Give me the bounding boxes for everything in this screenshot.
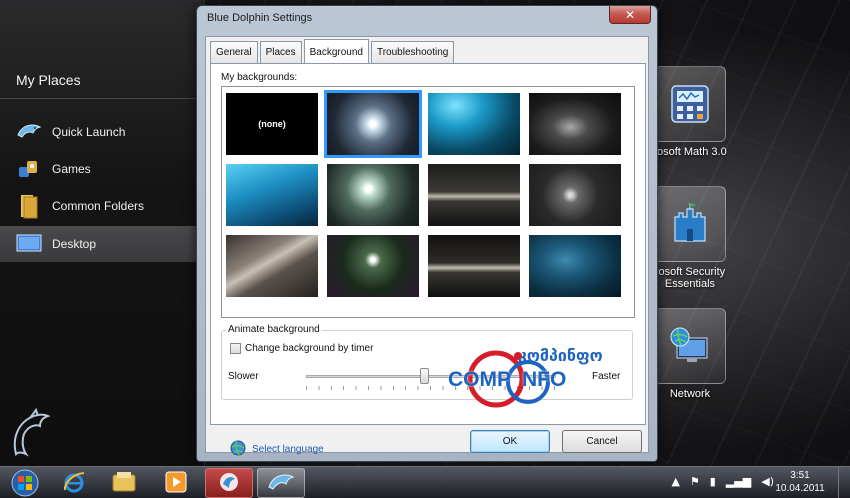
- taskbar: ▲ ⚑ ▮ ▂▄▆ ◀) 3:51 10.04.2011: [0, 466, 850, 498]
- select-language-label: Select language: [252, 444, 324, 455]
- slider-min-label: Slower: [228, 371, 259, 382]
- dock-item-games[interactable]: Games: [0, 151, 205, 187]
- app-icon: [217, 470, 241, 497]
- desktop-icon: [16, 231, 42, 257]
- background-thumb-7[interactable]: [428, 164, 520, 226]
- dialog-title: Blue Dolphin Settings: [207, 12, 313, 24]
- folder-icon: [16, 193, 42, 219]
- clock-date: 10.04.2011: [775, 483, 825, 494]
- dock-item-label: Games: [52, 162, 91, 176]
- background-thumb-none[interactable]: (none): [226, 93, 318, 155]
- backgrounds-gallery: (none): [221, 86, 635, 318]
- taskbar-blue-dolphin-button[interactable]: [257, 468, 305, 498]
- power-icon[interactable]: ▮: [710, 475, 716, 488]
- slider-thumb[interactable]: [419, 368, 429, 384]
- background-thumb-6[interactable]: [327, 164, 419, 226]
- close-icon: ✕: [624, 7, 636, 22]
- dock-title: My Places: [16, 72, 81, 88]
- dock-item-label: Quick Launch: [52, 125, 126, 139]
- change-by-timer-checkbox[interactable]: Change background by timer: [230, 343, 373, 354]
- dock-item-desktop[interactable]: Desktop: [0, 226, 205, 262]
- background-thumb-2[interactable]: [324, 90, 422, 158]
- watermark-nfo-text: NFO: [522, 368, 567, 391]
- dolphin-icon: [16, 119, 42, 145]
- dock-item-label: Common Folders: [52, 199, 145, 213]
- background-thumb-8[interactable]: [529, 164, 621, 226]
- action-center-icon[interactable]: ⚑: [690, 475, 700, 488]
- calculator-icon: [654, 66, 726, 142]
- background-thumb-9[interactable]: [226, 235, 318, 297]
- system-clock[interactable]: 3:51 10.04.2011: [770, 469, 830, 495]
- media-player-icon: [165, 471, 187, 496]
- tab-places[interactable]: Places: [259, 41, 302, 63]
- ok-button[interactable]: OK: [470, 430, 550, 453]
- checkbox-box[interactable]: [230, 343, 241, 354]
- taskbar-explorer-button[interactable]: [100, 468, 148, 498]
- castle-icon: [654, 186, 726, 262]
- taskbar-app-button[interactable]: [205, 468, 253, 498]
- clock-time: 3:51: [790, 470, 810, 481]
- tab-general[interactable]: General: [210, 41, 258, 63]
- close-button[interactable]: ✕: [609, 6, 651, 24]
- dock-item-common-folders[interactable]: Common Folders: [0, 188, 205, 224]
- dock-item-quick-launch[interactable]: Quick Launch: [0, 114, 205, 150]
- background-thumb-10[interactable]: [327, 235, 419, 297]
- tab-troubleshooting[interactable]: Troubleshooting: [370, 41, 455, 63]
- expand-tray-icon[interactable]: ▲: [671, 475, 679, 488]
- tab-background[interactable]: Background: [303, 39, 369, 64]
- folder-icon: [111, 471, 137, 496]
- dolphin-logo-icon: [8, 407, 52, 458]
- background-thumb-11[interactable]: [428, 235, 520, 297]
- network-icon: [654, 308, 726, 384]
- internet-explorer-icon: [62, 470, 86, 497]
- network-signal-icon[interactable]: ▂▄▆: [726, 475, 751, 488]
- taskbar-ie-button[interactable]: [50, 468, 98, 498]
- system-tray: ▲ ⚑ ▮ ▂▄▆ ◀): [671, 475, 774, 488]
- background-thumb-3[interactable]: [428, 93, 520, 155]
- show-desktop-button[interactable]: [838, 467, 850, 498]
- dolphin-icon: [267, 471, 295, 496]
- dock-separator: [0, 98, 204, 99]
- background-thumb-5[interactable]: [226, 164, 318, 226]
- tab-strip: General Places Background Troubleshootin…: [210, 39, 456, 64]
- background-thumb-12[interactable]: [529, 235, 621, 297]
- checkbox-label: Change background by timer: [245, 343, 374, 354]
- globe-icon: [230, 440, 246, 459]
- taskbar-media-player-button[interactable]: [152, 468, 200, 498]
- start-button[interactable]: [8, 468, 42, 498]
- windows-logo-icon: [11, 469, 39, 497]
- games-icon: [16, 156, 42, 182]
- none-label: (none): [258, 119, 286, 129]
- animate-background-legend: Animate background: [226, 324, 322, 335]
- background-thumb-4[interactable]: [529, 93, 621, 155]
- watermark-georgian-text: კომპინფო: [518, 346, 603, 365]
- backgrounds-label: My backgrounds:: [221, 72, 298, 83]
- dock-item-label: Desktop: [52, 237, 97, 251]
- watermark-comp-text: COMP: [448, 368, 511, 391]
- select-language-link[interactable]: Select language: [230, 440, 324, 459]
- cancel-button[interactable]: Cancel: [562, 430, 642, 453]
- places-dock: My Places Quick Launch Games Common Fold…: [0, 0, 205, 466]
- compinfo-watermark: კომპინფო COMP NFO: [446, 346, 646, 410]
